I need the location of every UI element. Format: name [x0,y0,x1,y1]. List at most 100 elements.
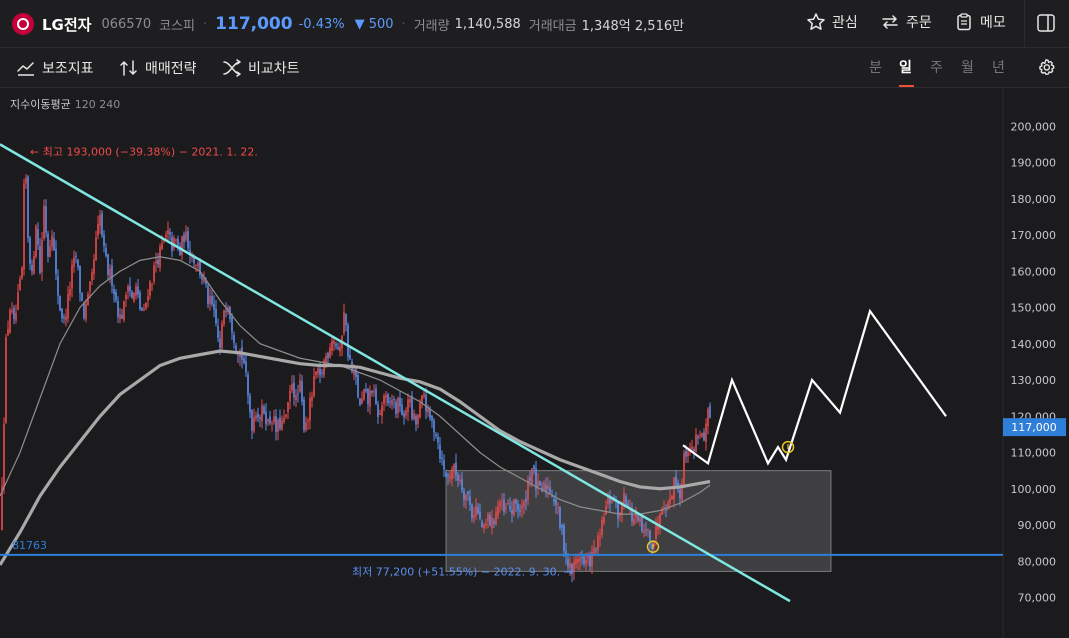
side-panel-toggle[interactable] [1035,12,1057,34]
candle-body [119,314,121,320]
candle-body [347,325,349,357]
chart-canvas[interactable]: 200,000 190,000 180,000 170,000 160,000 150,0… [0,88,1069,638]
period-year-tab[interactable]: 년 [992,57,1005,77]
candle-body [169,232,171,235]
candle-body [157,259,159,265]
candle-body [7,329,9,336]
candle-body [647,529,649,532]
candle-body [465,494,467,501]
candle-body [577,559,579,563]
y-tick-label: 170,000 [1011,229,1057,242]
candle-body [699,435,701,437]
candle-body [39,246,41,273]
candle-body [51,235,53,247]
candle-body [89,281,91,292]
candle-body [701,432,703,437]
candle-body [531,468,533,484]
candle-body [655,526,657,539]
candle-body [425,394,427,412]
candle-body [91,272,93,281]
candle-body [605,506,607,515]
candle-body [215,308,217,324]
candle-body [65,316,67,321]
order-button[interactable]: 주문 [880,12,932,32]
y-tick-label: 100,000 [1011,483,1057,496]
candle-body [145,302,147,309]
candle-body [335,343,337,347]
candle-body [703,432,705,441]
candle-body [513,498,515,516]
change-percent: -0.43% [298,16,345,32]
y-tick-label: 150,000 [1011,302,1057,315]
stock-name[interactable]: LG전자 [42,14,91,35]
candle-body [307,420,309,422]
active-period-indicator [899,85,914,87]
candle-body [373,391,375,393]
support-line-label: 81763 [12,539,47,552]
watch-button[interactable]: 관심 [806,12,858,32]
y-tick-label: 130,000 [1011,374,1057,387]
candle-body [671,496,673,500]
candle-body [23,183,25,270]
chart-settings-button[interactable] [1036,58,1056,78]
candle-body [675,476,677,486]
candle-body [461,479,463,491]
indicators-button[interactable]: 보조지표 [16,58,94,78]
candle-body [33,256,35,274]
period-week-tab[interactable]: 주 [930,57,943,77]
gear-icon [1039,59,1055,75]
price-chart[interactable]: 200,000 190,000 180,000 170,000 160,000 150,0… [0,88,1069,638]
candle-body [367,388,369,404]
candle-body [337,347,339,349]
candle-body [377,404,379,417]
candle-body [587,555,589,558]
candle-body [197,262,199,267]
candle-body [353,371,355,376]
candle-body [137,286,139,295]
candle-body [457,474,459,481]
candle-body [453,464,455,470]
candle-body [583,556,585,564]
candle-body [561,525,563,528]
candle-body [181,236,183,255]
candle-body [149,281,151,296]
period-month-tab[interactable]: 월 [961,57,974,77]
memo-label: 메모 [980,15,1006,31]
candle-body [667,502,669,510]
candle-body [695,434,697,453]
candle-body [349,355,351,359]
swap-arrows-icon [882,15,898,29]
period-minute-tab[interactable]: 분 [869,57,882,77]
candle-body [319,368,321,376]
compare-button[interactable]: 비교차트 [222,58,300,78]
candle-body [387,394,389,404]
candle-body [75,256,77,258]
strategy-button[interactable]: 매매전략 [119,58,197,78]
candle-body [705,423,707,442]
candle-body [153,265,155,282]
candle-body [445,472,447,477]
period-day-tab[interactable]: 일 [899,57,912,77]
current-price-tag-label: 117,000 [1011,421,1057,434]
candle-body [9,310,11,333]
candle-body [99,214,101,226]
memo-button[interactable]: 메모 [954,12,1006,32]
indicator-legend[interactable]: 지수이동평균 120 240 [10,96,120,112]
candle-body [339,347,341,352]
candle-body [455,462,457,476]
candle-body [637,515,639,521]
candle-body [27,176,29,238]
candle-body [429,408,431,419]
candle-body [665,509,667,511]
candle-body [697,436,699,439]
volume-label: 거래량 [413,18,450,34]
candle-body [279,417,281,429]
candle-body [41,240,43,273]
candle-body [687,451,689,457]
indicator-name: 지수이동평균 [10,98,71,111]
candle-body [57,276,59,296]
candle-body [331,340,333,351]
star-icon [807,13,825,30]
high-annotation: ← 최고 193,000 (−39.38%) − 2021. 1. 22. [30,146,258,159]
candle-body [393,398,395,401]
